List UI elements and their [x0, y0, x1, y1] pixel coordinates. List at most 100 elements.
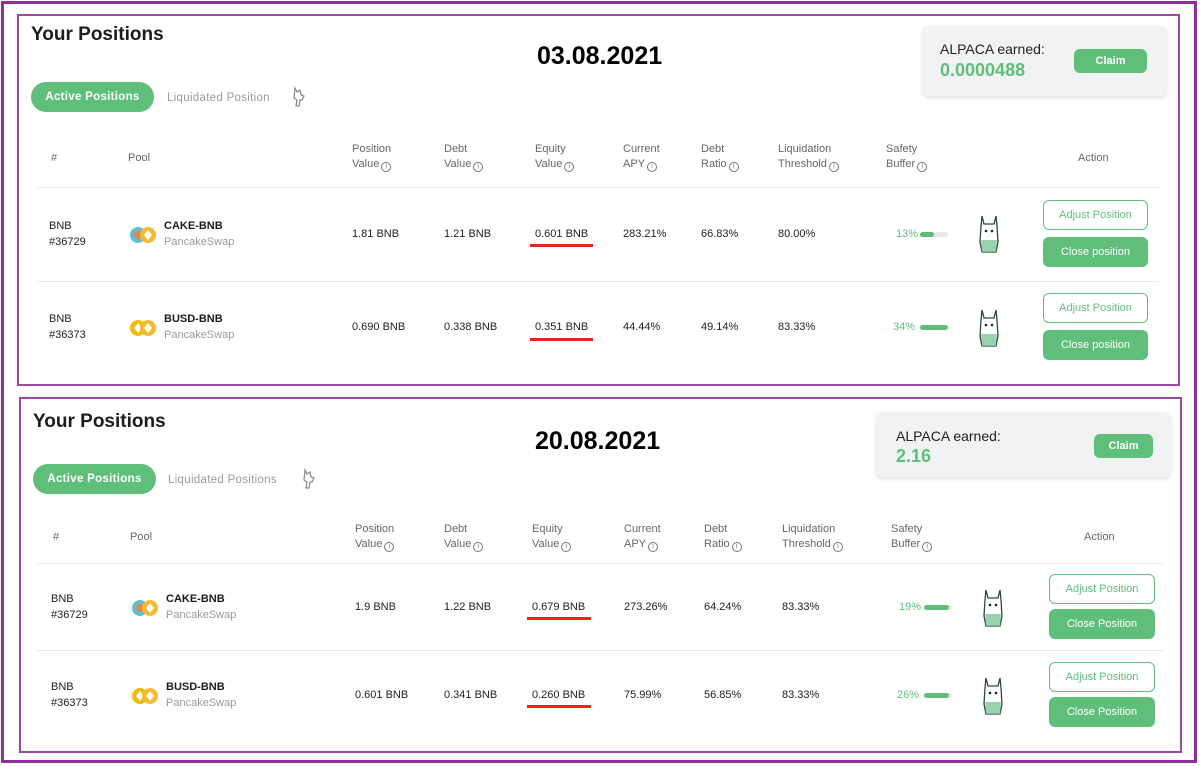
equity-value: 0.679 BNB — [532, 601, 586, 613]
positions-panel-2: Your Positions 20.08.2021 Active Positio… — [19, 397, 1182, 753]
alpaca-mascot-icon — [983, 589, 1003, 627]
debt-ratio: 56.85% — [704, 689, 742, 701]
info-icon: i — [564, 162, 575, 172]
adjust-position-button[interactable]: Adjust Position — [1049, 662, 1155, 692]
current-apy: 75.99% — [624, 689, 662, 701]
header-debt-value: Debt Value i — [444, 142, 484, 172]
header-equity-value: Equity Value i — [535, 142, 575, 172]
debt-value: 1.22 BNB — [444, 601, 492, 613]
info-icon: i — [922, 542, 933, 552]
positions-panel-1: Your Positions 03.08.2021 Active Positio… — [17, 14, 1180, 386]
header-pool: Pool — [128, 152, 151, 164]
earned-label: ALPACA earned: — [940, 41, 1045, 57]
alpaca-mascot-icon — [979, 309, 999, 347]
alpaca-earned-card: ALPACA earned: 2.16 Claim — [876, 412, 1171, 477]
info-icon: i — [473, 162, 484, 172]
safety-buffer-bar — [924, 693, 952, 698]
row-asset-id: BNB #36729 — [51, 593, 88, 621]
busd-bnb-icon — [130, 320, 156, 336]
adjust-position-button[interactable]: Adjust Position — [1043, 200, 1148, 230]
alpaca-icon — [293, 86, 305, 107]
claim-button[interactable]: Claim — [1094, 434, 1153, 458]
page-title: Your Positions — [33, 411, 166, 432]
equity-highlight-underline — [527, 617, 591, 620]
cake-bnb-icon — [130, 227, 156, 243]
debt-value: 1.21 BNB — [444, 228, 492, 240]
earned-label: ALPACA earned: — [896, 428, 1001, 444]
header-action: Action — [1078, 152, 1109, 164]
alpaca-mascot-icon — [983, 677, 1003, 715]
safety-buffer-value: 26% — [897, 689, 920, 701]
close-position-button[interactable]: Close Position — [1049, 697, 1155, 727]
close-position-button[interactable]: Close position — [1043, 237, 1148, 267]
debt-ratio: 49.14% — [701, 321, 739, 333]
pool-dex: PancakeSwap — [164, 236, 235, 248]
close-position-button[interactable]: Close Position — [1049, 609, 1155, 639]
pool-dex: PancakeSwap — [164, 329, 235, 341]
info-icon: i — [384, 542, 395, 552]
header-current-apy: Current APY i — [624, 523, 661, 552]
position-value: 1.81 BNB — [352, 228, 400, 240]
pool-pair: CAKE-BNB — [164, 220, 223, 232]
header-current-apy: Current APY i — [623, 143, 660, 172]
tab-liquidated-positions[interactable]: Liquidated Position — [167, 92, 270, 104]
info-icon: i — [832, 542, 843, 552]
snapshot-date: 20.08.2021 — [535, 427, 661, 455]
safety-buffer-fill — [920, 325, 948, 330]
header-equity-value: Equity Value i — [532, 522, 572, 552]
safety-buffer-bar — [924, 605, 952, 610]
equity-highlight-underline — [527, 705, 591, 708]
tab-active-positions[interactable]: Active Positions — [31, 82, 154, 112]
header-num: # — [51, 152, 58, 164]
close-position-button[interactable]: Close position — [1043, 330, 1148, 360]
pool-pair: BUSD-BNB — [164, 313, 223, 325]
tab-active-positions[interactable]: Active Positions — [33, 464, 156, 494]
debt-value: 0.338 BNB — [444, 321, 498, 333]
busd-bnb-icon — [132, 688, 158, 704]
pool-dex: PancakeSwap — [166, 697, 237, 709]
safety-buffer-fill — [924, 605, 950, 610]
divider — [37, 563, 1163, 564]
header-safety-buffer: Safety Buffer i — [891, 522, 933, 552]
adjust-position-button[interactable]: Adjust Position — [1049, 574, 1155, 604]
pool-dex: PancakeSwap — [166, 609, 237, 621]
row-asset-id: BNB #36729 — [49, 220, 86, 248]
page-title: Your Positions — [31, 24, 164, 45]
info-icon: i — [731, 542, 742, 552]
header-action: Action — [1084, 531, 1115, 543]
safety-buffer-value: 13% — [896, 228, 919, 240]
earned-value: 2.16 — [896, 446, 932, 466]
claim-button[interactable]: Claim — [1074, 49, 1147, 73]
alpaca-mascot-icon — [979, 215, 999, 253]
info-icon: i — [917, 162, 928, 172]
debt-ratio: 66.83% — [701, 228, 739, 240]
info-icon: i — [648, 542, 659, 552]
tab-liquidated-positions[interactable]: Liquidated Positions — [168, 474, 277, 486]
row-asset-id: BNB #36373 — [49, 313, 86, 341]
divider — [37, 650, 1163, 651]
safety-buffer-value: 19% — [899, 601, 922, 613]
info-icon: i — [828, 162, 839, 172]
pool-pair: BUSD-BNB — [166, 681, 225, 693]
adjust-position-button[interactable]: Adjust Position — [1043, 293, 1148, 323]
liquidation-threshold: 83.33% — [782, 689, 820, 701]
earned-value: 0.0000488 — [940, 60, 1026, 80]
header-pool: Pool — [130, 531, 153, 543]
equity-highlight-underline — [530, 338, 593, 341]
alpaca-earned-card: ALPACA earned: 0.0000488 Claim — [922, 26, 1167, 96]
liquidation-threshold: 80.00% — [778, 228, 816, 240]
current-apy: 44.44% — [623, 321, 661, 333]
info-icon: i — [381, 162, 392, 172]
safety-buffer-bar — [920, 325, 948, 330]
info-icon: i — [473, 542, 484, 552]
info-icon: i — [728, 162, 739, 172]
safety-buffer-bar — [920, 232, 948, 237]
current-apy: 273.26% — [624, 601, 668, 613]
debt-value: 0.341 BNB — [444, 689, 498, 701]
equity-value: 0.601 BNB — [535, 228, 589, 240]
header-debt-ratio: Debt Ratio i — [701, 142, 739, 172]
pool-pair: CAKE-BNB — [166, 593, 225, 605]
row-asset-id: BNB #36373 — [51, 681, 88, 709]
safety-buffer-fill — [920, 232, 934, 237]
safety-buffer-fill — [924, 693, 950, 698]
